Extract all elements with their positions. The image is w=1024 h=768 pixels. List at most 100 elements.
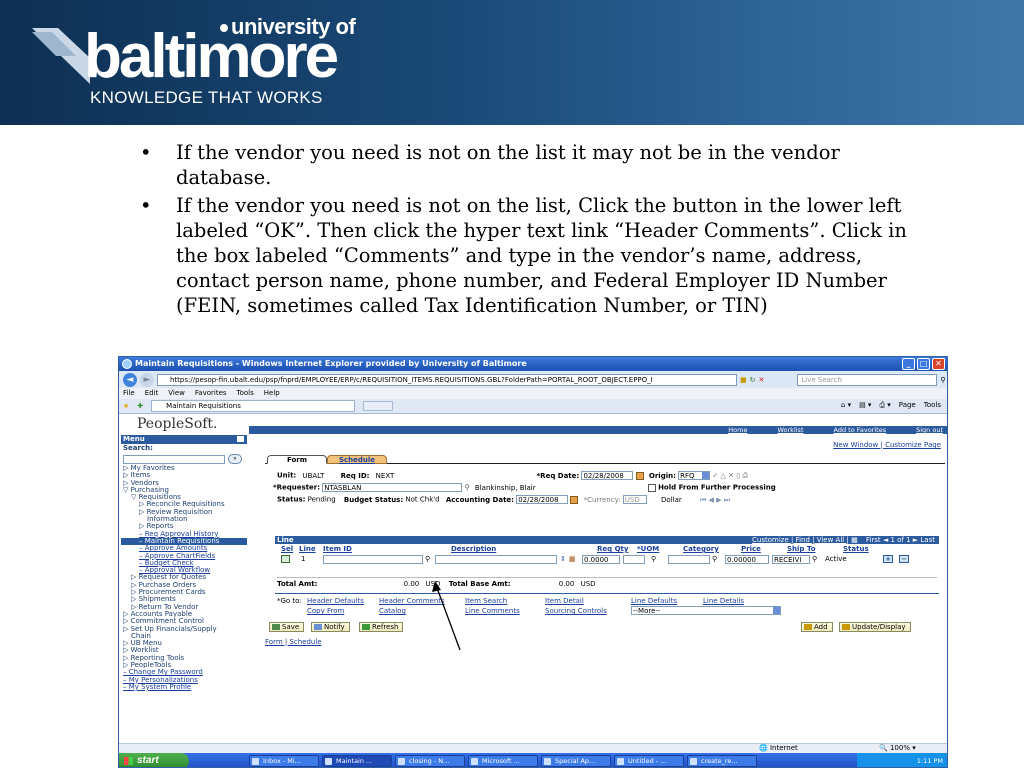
add-button[interactable]: Add [801,622,833,632]
ship-to-lookup-icon[interactable]: ⚲ [812,555,817,563]
menu-file[interactable]: File [123,388,135,399]
topnav-home[interactable]: Home [728,426,747,434]
link-catalog[interactable]: Catalog [379,607,406,615]
home-icon[interactable]: ⌂ ▾ [841,401,851,410]
refresh-button[interactable]: Refresh [359,622,404,632]
item-lookup-icon[interactable]: ⚲ [425,555,430,563]
hold-checkbox[interactable] [647,483,656,492]
item-id-input[interactable] [323,555,423,564]
col-status[interactable]: Status [843,545,869,553]
link-line-comments[interactable]: Line Comments [465,607,520,615]
feeds-icon[interactable]: ▤ ▾ [859,401,871,410]
task-special[interactable]: Special Ap... [541,755,611,767]
link-line-details[interactable]: Line Details [703,597,744,605]
menu-view[interactable]: View [168,388,185,399]
search-input[interactable]: Live Search [797,373,938,386]
start-button[interactable]: start [119,753,189,767]
link-header-comments[interactable]: Header Comments [379,597,445,605]
grid-icon[interactable]: ▦ [851,536,860,544]
category-input[interactable] [668,555,710,564]
print-icon[interactable]: ⎙ ▾ [879,401,890,410]
col-item-id[interactable]: Item ID [323,545,352,553]
check-icon[interactable]: ✓ [712,472,718,480]
col-description[interactable]: Description [451,545,496,553]
menu-collapse-icon[interactable] [237,436,244,442]
task-closing[interactable]: closing - N... [395,755,465,767]
link-item-detail[interactable]: Item Detail [545,597,584,605]
topnav-worklist[interactable]: Worklist [777,426,803,434]
task-microsoft[interactable]: Microsoft ... [468,755,538,767]
origin-select[interactable]: RFQ [678,471,711,480]
stop-icon[interactable]: ✕ [759,376,765,384]
delete-row-button[interactable]: − [899,555,909,563]
menu-item[interactable]: – My System Profile [121,683,247,691]
minimize-icon[interactable]: _ [902,358,915,370]
col-uom[interactable]: *UOM [637,545,659,553]
add-favorite-icon[interactable]: ✚ [137,402,143,410]
col-price[interactable]: Price [741,545,761,553]
pager-icons[interactable]: ⏮ ◀ ▶ ⏭ [700,496,730,504]
accounting-date-input[interactable]: 02/28/2008 [516,495,569,504]
menu-search-go-button[interactable]: » [228,454,242,464]
menu-search-input[interactable] [123,454,225,464]
row-select-checkbox[interactable] [281,555,290,563]
category-lookup-icon[interactable]: ⚲ [712,555,717,563]
col-line[interactable]: Line [299,545,316,553]
menu-help[interactable]: Help [264,388,280,399]
uom-lookup-icon[interactable]: ⚲ [651,555,656,563]
save-button[interactable]: Save [269,622,305,632]
page-menu[interactable]: Page [899,401,916,410]
calendar-icon[interactable] [570,495,579,504]
currency-input[interactable]: USD [622,495,647,504]
ship-to-input[interactable]: RECEIVI [772,555,810,564]
print-icon[interactable]: ⎙ [742,472,748,480]
link-item-search[interactable]: Item Search [465,597,507,605]
schedule-icon[interactable]: ▦ [569,555,576,563]
bottom-page-links[interactable]: Form | Schedule [265,638,322,646]
notify-button[interactable]: Notify [311,622,350,632]
zoom-level[interactable]: 🔍 100% ▾ [879,744,916,753]
search-icon[interactable]: ⚲ [940,376,945,384]
col-sel[interactable]: Sel [281,545,293,553]
description-input[interactable] [435,555,557,564]
forward-icon[interactable]: ► [140,372,154,387]
calendar-icon[interactable] [635,471,644,480]
topnav-add-favorites[interactable]: Add to Favorites [834,426,887,434]
col-ship-to[interactable]: Ship To [787,545,816,553]
lock-icon[interactable]: ■ [740,376,747,384]
warning-icon[interactable]: △ [720,472,725,480]
add-row-button[interactable]: + [883,555,893,563]
more-select[interactable]: --More-- [631,606,781,615]
tab-form[interactable]: Form [267,455,327,464]
tools-menu[interactable]: Tools [924,401,941,410]
back-icon[interactable]: ◄ [123,372,137,387]
link-sourcing-controls[interactable]: Sourcing Controls [545,607,607,615]
task-maintain[interactable]: Maintain ... [322,755,392,767]
task-create[interactable]: create_re... [687,755,757,767]
quick-launch[interactable] [189,753,249,767]
task-untitled[interactable]: Untitled - ... [614,755,684,767]
req-qty-input[interactable]: 0.0000 [582,555,620,564]
link-header-defaults[interactable]: Header Defaults [307,597,364,605]
tab-schedule[interactable]: Schedule [327,455,387,464]
new-tab-button[interactable] [363,401,394,411]
cancel-icon[interactable]: ✕ [728,472,734,480]
maximize-icon[interactable]: □ [917,358,930,370]
topnav-sign-out[interactable]: Sign out [916,426,943,434]
update-display-button[interactable]: Update/Display [839,622,911,632]
menu-favorites[interactable]: Favorites [195,388,227,399]
description-expand-icon[interactable]: ⇕ [560,555,566,563]
favorites-star-icon[interactable]: ★ [123,402,129,410]
uom-input[interactable] [623,555,645,564]
col-req-qty[interactable]: Req Qty [597,545,628,553]
delete-icon[interactable]: ▯ [736,472,740,480]
req-date-input[interactable]: 02/28/2008 [581,471,634,480]
url-input[interactable]: https://pesop-fin.ubalt.edu/psp/fnprd/EM… [157,373,737,386]
task-inbox[interactable]: Inbox - Mi... [249,755,319,767]
lookup-icon[interactable]: ⚲ [465,484,470,492]
grid-range[interactable]: First ◄ 1 of 1 ► Last [866,536,935,544]
menu-tools[interactable]: Tools [237,388,254,399]
requester-input[interactable]: NTASBLAN [322,483,463,492]
browser-tab[interactable]: Maintain Requisitions [151,400,356,412]
price-input[interactable]: 0.00000 [725,555,769,564]
